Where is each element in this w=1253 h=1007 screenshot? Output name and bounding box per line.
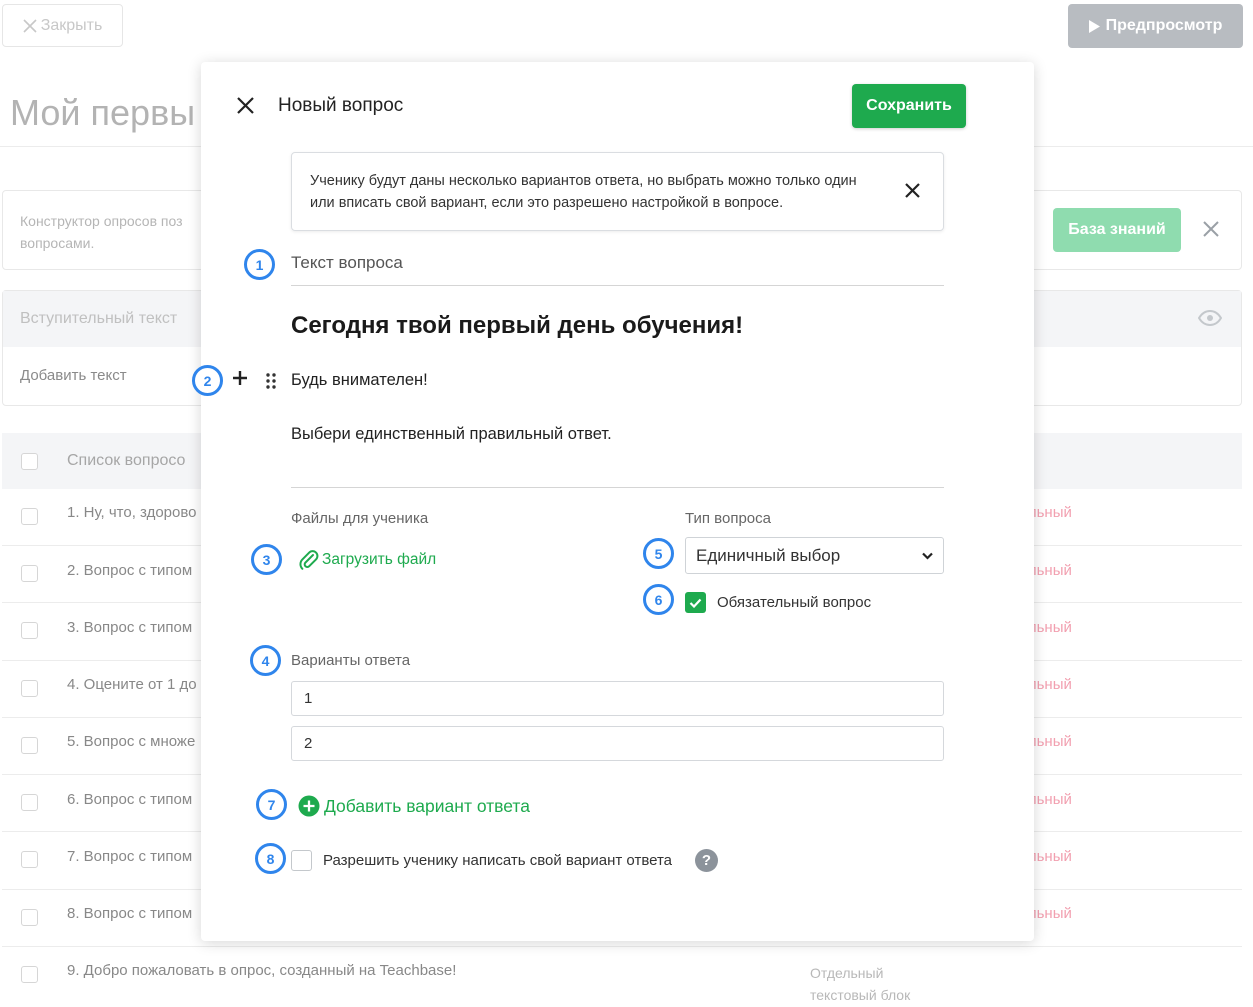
add-option-button[interactable]: Добавить вариант ответа <box>298 795 530 817</box>
row-checkbox[interactable] <box>21 909 38 926</box>
question-paragraph[interactable]: Выбери единственный правильный ответ. <box>291 425 612 444</box>
question-paragraph[interactable]: Будь внимателен! <box>291 371 428 390</box>
question-type-label: Тип вопроса <box>685 510 771 527</box>
chevron-down-icon <box>922 552 933 560</box>
play-icon <box>1088 19 1100 33</box>
table-row[interactable]: 3. Вопрос с типом <box>67 619 192 636</box>
intro-title: Вступительный текст <box>20 310 178 327</box>
upload-file-link[interactable]: Загрузить файл <box>299 549 436 571</box>
row-checkbox[interactable] <box>21 794 38 811</box>
drag-handle-icon[interactable] <box>266 373 276 394</box>
annotation-marker: 3 <box>251 544 282 575</box>
annotation-marker: 6 <box>643 584 674 615</box>
preview-label: Предпросмотр <box>1105 17 1223 34</box>
question-text-label: Текст вопроса <box>291 253 403 272</box>
modal-close-icon[interactable] <box>236 96 255 120</box>
add-option-label: Добавить вариант ответа <box>324 795 530 816</box>
table-row[interactable]: 7. Вопрос с типом <box>67 848 192 865</box>
own-answer-label: Разрешить ученику написать свой вариант … <box>323 852 673 869</box>
row-type: Отдельный текстовый блок <box>810 965 911 1003</box>
info-text: Конструктор опросов поз вопросами. <box>20 213 183 251</box>
question-list-title: Список вопросо <box>67 452 186 469</box>
table-row[interactable]: 5. Вопрос с множе <box>67 733 195 750</box>
table-row[interactable]: 9. Добро пожаловать в опрос, созданный н… <box>67 962 456 979</box>
table-row[interactable]: 2. Вопрос с типом <box>67 562 192 579</box>
question-top-divider <box>291 285 944 286</box>
table-row[interactable]: 4. Оцените от 1 до <box>67 676 197 693</box>
annotation-marker: 1 <box>244 249 275 280</box>
row-divider <box>2 946 1242 947</box>
upload-file-label: Загрузить файл <box>322 551 437 568</box>
table-row[interactable]: 6. Вопрос с типом <box>67 791 192 808</box>
info-close-icon[interactable] <box>1202 220 1220 241</box>
row-checkbox[interactable] <box>21 851 38 868</box>
plus-icon[interactable] <box>232 370 248 391</box>
answer-option-input[interactable] <box>291 681 944 716</box>
table-row[interactable]: 1. Ну, что, здорово <box>67 504 197 521</box>
required-label: Обязательный вопрос <box>717 594 872 611</box>
row-checkbox[interactable] <box>21 966 38 983</box>
select-all-checkbox[interactable] <box>21 453 38 470</box>
question-heading[interactable]: Сегодня твой первый день обучения! <box>291 312 743 340</box>
own-answer-checkbox[interactable] <box>291 850 312 871</box>
row-checkbox[interactable] <box>21 565 38 582</box>
question-type-value: Единичный выбор <box>696 545 841 565</box>
close-icon <box>23 18 37 33</box>
add-intro-text[interactable]: Добавить текст <box>20 367 127 384</box>
annotation-marker: 5 <box>643 538 674 569</box>
close-label: Закрыть <box>40 16 103 34</box>
row-checkbox[interactable] <box>21 622 38 639</box>
hint-text: Ученику будут даны несколько вариантов о… <box>310 173 857 211</box>
row-checkbox[interactable] <box>21 508 38 525</box>
options-label: Варианты ответа <box>291 652 411 669</box>
paperclip-icon <box>299 550 319 570</box>
table-row[interactable]: 8. Вопрос с типом <box>67 905 192 922</box>
question-bottom-divider <box>291 487 944 488</box>
save-button[interactable]: Сохранить <box>852 84 966 128</box>
knowledge-base-button[interactable]: База знаний <box>1053 208 1181 252</box>
question-type-select[interactable]: Единичный выбор <box>685 537 944 574</box>
help-icon[interactable]: ? <box>695 849 718 872</box>
required-checkbox[interactable] <box>685 592 706 613</box>
hint-close-icon[interactable] <box>904 182 921 204</box>
preview-button[interactable]: Предпросмотр <box>1068 4 1243 48</box>
annotation-marker: 7 <box>256 789 287 820</box>
modal-title: Новый вопрос <box>278 95 404 116</box>
files-label: Файлы для ученика <box>291 510 429 527</box>
annotation-marker: 2 <box>192 365 223 396</box>
check-icon <box>689 598 702 608</box>
annotation-marker: 8 <box>255 843 286 874</box>
eye-icon[interactable] <box>1197 309 1223 331</box>
annotation-marker: 4 <box>250 645 281 676</box>
plus-circle-icon <box>298 795 320 817</box>
page-title: Мой первы <box>10 92 196 133</box>
row-checkbox[interactable] <box>21 737 38 754</box>
answer-option-input[interactable] <box>291 726 944 761</box>
row-checkbox[interactable] <box>21 680 38 697</box>
close-button[interactable]: Закрыть <box>2 4 123 47</box>
